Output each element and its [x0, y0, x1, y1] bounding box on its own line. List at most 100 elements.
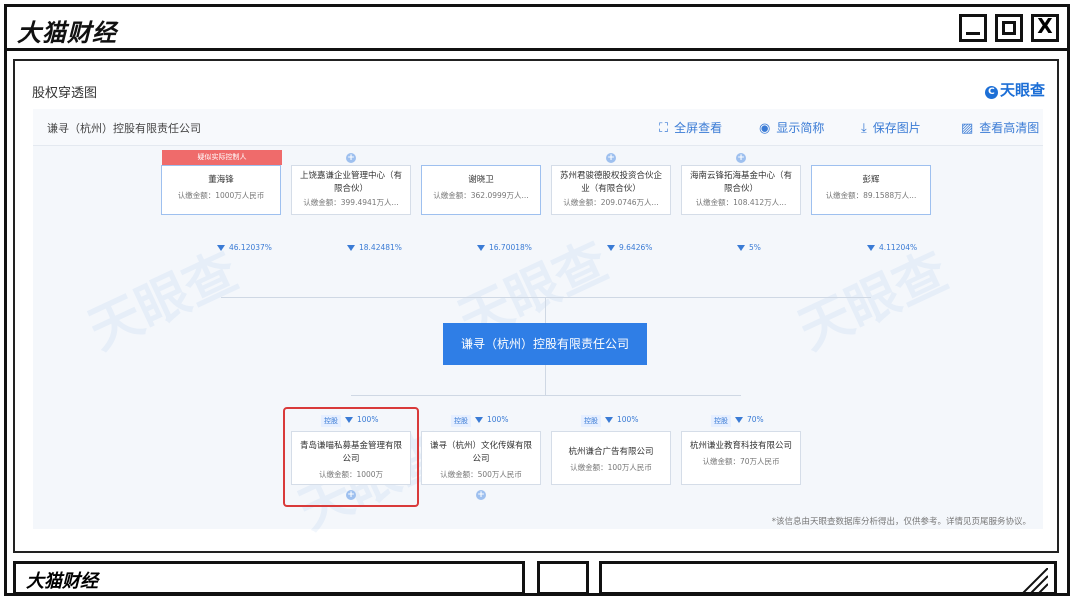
subsidiary-amount: 认缴金额：100万人民币 [570, 463, 652, 472]
subsidiary-node[interactable]: 杭州谦合广告有限公司 认缴金额：100万人民币 [551, 431, 671, 485]
arrow-down-icon [475, 417, 483, 423]
shareholder-node[interactable]: 上饶嘉谦企业管理中心（有限合伙） 认缴金额：399.4941万人... [291, 165, 411, 215]
share-percentage-value: 16.70018% [489, 243, 532, 252]
toolbar-company-name: 谦寻（杭州）控股有限责任公司 [47, 122, 201, 135]
arrow-down-icon [867, 245, 875, 251]
share-percentage: 46.12037% [217, 243, 272, 252]
shareholder-node[interactable]: 苏州君骏德股权投资合伙企业（有限合伙） 认缴金额：209.0746万人... [551, 165, 671, 215]
arrow-down-icon [347, 245, 355, 251]
shareholder-node[interactable]: 疑似实际控制人 董海锋 认缴金额：1000万人民币 [161, 150, 282, 215]
download-icon: ⤓ [861, 121, 867, 136]
expand-plus-icon[interactable]: + [346, 153, 356, 163]
save-image-button[interactable]: ⤓ 保存图片 [861, 119, 921, 136]
shareholder-amount: 认缴金额：362.0999万人... [433, 191, 529, 200]
maximize-button[interactable] [995, 14, 1023, 42]
share-percentage: 70% [735, 415, 764, 424]
page-title: 股权穿透图 [32, 86, 98, 101]
share-percentage-value: 4.11204% [879, 243, 918, 252]
shareholder-node[interactable]: 谢晓卫 认缴金额：362.0999万人... [421, 165, 541, 215]
hatch-icon [1022, 568, 1048, 592]
expand-plus-icon[interactable]: + [476, 490, 486, 500]
bottom-brand-box: 大猫财经 [13, 561, 525, 595]
share-percentage-value: 100% [487, 415, 509, 424]
disclaimer-note: *该信息由天眼查数据库分析得出，仅供参考。详情见页尾服务协议。 [771, 517, 1031, 527]
fullscreen-button[interactable]: ⛶ 全屏查看 [659, 119, 722, 136]
shareholder-name: 苏州君骏德股权投资合伙企业（有限合伙） [559, 171, 662, 194]
share-percentage-value: 18.42481% [359, 243, 402, 252]
shareholder-name: 海南云锋拓海基金中心（有限合伙） [689, 171, 792, 194]
holding-tag: 控股 [451, 415, 471, 427]
close-icon: X [1037, 14, 1053, 38]
subsidiary-name: 谦寻（杭州）文化传媒有限公司 [429, 441, 532, 464]
shareholder-amount: 认缴金额：1000万人民币 [177, 191, 265, 200]
chart-toolbar: 谦寻（杭州）控股有限责任公司 ⛶ 全屏查看 ◉ 显示简称 ⤓ 保存图片 ▨ 查看高清图 [33, 109, 1043, 146]
image-icon: ▨ [961, 121, 974, 136]
arrow-down-icon [217, 245, 225, 251]
content-area: 股权穿透图 C 天眼查 谦寻（杭州）控股有限责任公司 ⛶ 全屏查看 ◉ 显示简称 ⤓ 保… [13, 59, 1059, 553]
shareholder-name: 董海锋 [208, 175, 234, 185]
save-image-label: 保存图片 [872, 121, 921, 135]
bottom-bar: 大猫财经 [7, 555, 1067, 595]
shareholder-amount: 认缴金额：399.4941万人... [303, 198, 399, 207]
arrow-down-icon [607, 245, 615, 251]
shareholder-node[interactable]: 海南云锋拓海基金中心（有限合伙） 认缴金额：108.412万人... [681, 165, 801, 215]
fullscreen-label: 全屏查看 [674, 121, 723, 135]
short-name-label: 显示简称 [776, 121, 825, 135]
app-window: 大猫财经 X 股权穿透图 C 天眼查 谦寻（杭州）控股有限责任公司 ⛶ 全屏查看 ◉… [4, 4, 1070, 596]
eye-icon: ◉ [759, 121, 771, 136]
connector-line [351, 395, 741, 396]
shareholder-amount: 认缴金额：108.412万人... [695, 198, 787, 207]
arrow-down-icon [605, 417, 613, 423]
shareholder-node[interactable]: 彭辉 认缴金额：89.1588万人... [811, 165, 931, 215]
brand-title: 大猫财经 [17, 19, 117, 47]
shareholder-amount: 认缴金额：209.0746万人... [563, 198, 659, 207]
subsidiary-name: 杭州谦合广告有限公司 [568, 447, 654, 457]
holding-tag: 控股 [711, 415, 731, 427]
title-bar: 大猫财经 X [7, 7, 1067, 51]
subsidiary-amount: 认缴金额：500万人民币 [440, 470, 522, 479]
share-percentage-value: 100% [617, 415, 639, 424]
arrow-down-icon [477, 245, 485, 251]
subsidiary-node[interactable]: 杭州谦业教育科技有限公司 认缴金额：70万人民币 [681, 431, 801, 485]
share-percentage: 5% [737, 243, 761, 252]
connector-line [545, 365, 546, 395]
share-percentage-value: 5% [749, 243, 761, 252]
minimize-button[interactable] [959, 14, 987, 42]
bottom-square-box [537, 561, 589, 595]
tianyancha-logo: C 天眼查 [984, 79, 1045, 100]
arrow-down-icon [735, 417, 743, 423]
close-button[interactable]: X [1031, 14, 1059, 42]
equity-chart-panel: 谦寻（杭州）控股有限责任公司 ⛶ 全屏查看 ◉ 显示简称 ⤓ 保存图片 ▨ 查看高清图 … [33, 109, 1043, 542]
hd-label: 查看高清图 [979, 121, 1040, 135]
shareholder-amount: 认缴金额：89.1588万人... [825, 191, 917, 200]
shareholder-name: 彭辉 [862, 175, 880, 185]
show-short-name-button[interactable]: ◉ 显示简称 [759, 119, 824, 136]
highlight-annotation-box [283, 407, 419, 507]
share-percentage-value: 9.6426% [619, 243, 653, 252]
connector-line [545, 297, 546, 323]
share-percentage: 9.6426% [607, 243, 652, 252]
actual-controller-badge: 疑似实际控制人 [162, 150, 282, 165]
subsidiary-amount: 认缴金额：70万人民币 [702, 457, 780, 466]
bottom-long-box [599, 561, 1057, 595]
bottom-brand: 大猫财经 [26, 571, 98, 592]
share-percentage: 100% [605, 415, 638, 424]
subsidiary-name: 杭州谦业教育科技有限公司 [689, 441, 792, 451]
share-percentage: 18.42481% [347, 243, 402, 252]
logo-text: 天眼查 [999, 81, 1045, 99]
arrow-down-icon [737, 245, 745, 251]
subsidiary-node[interactable]: 谦寻（杭州）文化传媒有限公司 认缴金额：500万人民币 [421, 431, 541, 485]
share-percentage-value: 70% [747, 415, 764, 424]
connector-line [221, 297, 871, 298]
share-percentage: 16.70018% [477, 243, 532, 252]
hd-view-button[interactable]: ▨ 查看高清图 [961, 119, 1039, 136]
expand-plus-icon[interactable]: + [736, 153, 746, 163]
holding-tag: 控股 [581, 415, 601, 427]
fullscreen-icon: ⛶ [659, 121, 669, 136]
share-percentage: 4.11204% [867, 243, 917, 252]
shareholder-name: 上饶嘉谦企业管理中心（有限合伙） [299, 171, 402, 194]
expand-plus-icon[interactable]: + [606, 153, 616, 163]
center-company-node[interactable]: 谦寻（杭州）控股有限责任公司 [443, 323, 647, 365]
share-percentage: 100% [475, 415, 508, 424]
shareholder-name: 谢晓卫 [468, 175, 494, 185]
